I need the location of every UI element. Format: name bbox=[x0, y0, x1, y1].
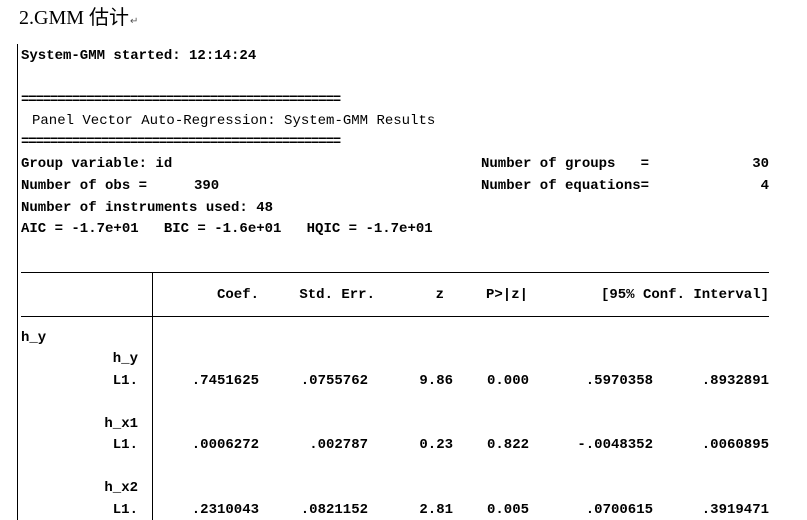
row-lag: L1. bbox=[112, 373, 138, 389]
row-ci-low: -.0048352 bbox=[577, 437, 653, 453]
results-title: Panel Vector Auto-Regression: System-GMM… bbox=[32, 113, 436, 129]
row-coef: .7451625 bbox=[191, 373, 259, 389]
row-p-value: 0.000 bbox=[486, 373, 529, 389]
section-heading: 2.GMM 估计↵ bbox=[19, 6, 138, 34]
num-obs-value: 390 bbox=[194, 178, 220, 194]
heading-text: 2.GMM 估计 bbox=[19, 7, 130, 29]
header-z: z bbox=[435, 287, 444, 303]
row-std-err: .0821152 bbox=[300, 502, 368, 518]
num-equations-label: Number of equations= bbox=[481, 178, 650, 194]
row-p-value: 0.005 bbox=[486, 502, 529, 518]
row-p-value: 0.822 bbox=[486, 437, 529, 453]
row-coef: .2310043 bbox=[191, 502, 259, 518]
output-frame-border bbox=[17, 44, 18, 520]
separator-bottom: ========================================… bbox=[21, 134, 341, 150]
row-ci-low: .0700615 bbox=[585, 502, 653, 518]
table-column-divider bbox=[152, 272, 153, 520]
row-z: 0.23 bbox=[419, 437, 453, 453]
information-criteria-line: AIC = -1.7e+01 BIC = -1.6e+01 HQIC = -1.… bbox=[21, 221, 433, 237]
row-z: 2.81 bbox=[419, 502, 453, 518]
header-coef: Coef. bbox=[216, 287, 259, 303]
row-variable: h_y bbox=[112, 351, 138, 367]
num-groups-value: 30 bbox=[752, 156, 769, 172]
equation-label: h_y bbox=[21, 330, 47, 346]
row-coef: .0006272 bbox=[191, 437, 259, 453]
row-ci-high: .0060895 bbox=[701, 437, 769, 453]
instruments-line: Number of instruments used: 48 bbox=[21, 200, 274, 216]
num-groups-label: Number of groups = bbox=[481, 156, 650, 172]
row-lag: L1. bbox=[112, 437, 138, 453]
paragraph-mark-icon: ↵ bbox=[130, 16, 139, 27]
table-header-rule bbox=[21, 316, 769, 317]
row-ci-low: .5970358 bbox=[585, 373, 653, 389]
header-p-value: P>|z| bbox=[485, 287, 528, 303]
row-variable: h_x2 bbox=[104, 480, 138, 496]
row-ci-high: .8932891 bbox=[701, 373, 769, 389]
group-variable: Group variable: id bbox=[21, 156, 173, 172]
row-std-err: .002787 bbox=[309, 437, 368, 453]
num-equations-value: 4 bbox=[760, 178, 769, 194]
row-ci-high: .3919471 bbox=[701, 502, 769, 518]
row-lag: L1. bbox=[112, 502, 138, 518]
start-time-line: System-GMM started: 12:14:24 bbox=[21, 48, 257, 64]
header-std-err: Std. Err. bbox=[299, 287, 375, 303]
row-z: 9.86 bbox=[419, 373, 453, 389]
num-obs-label: Number of obs = bbox=[21, 178, 148, 194]
table-top-rule bbox=[21, 272, 769, 273]
header-conf-interval: [95% Conf. Interval] bbox=[600, 287, 769, 303]
row-variable: h_x1 bbox=[104, 416, 138, 432]
separator-top: ========================================… bbox=[21, 92, 341, 108]
row-std-err: .0755762 bbox=[300, 373, 368, 389]
